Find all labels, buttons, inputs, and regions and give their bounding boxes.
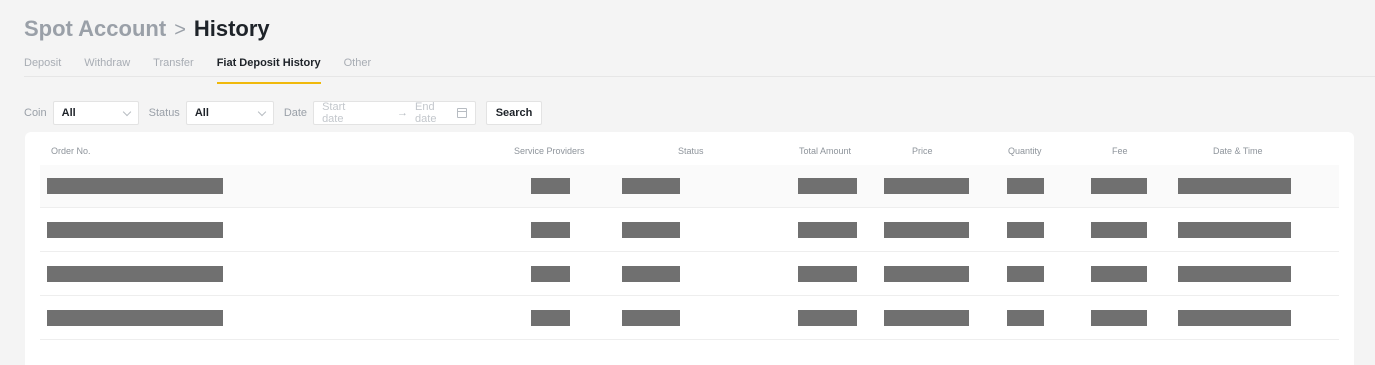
history-table: Order No. Service Providers Status Total… <box>25 132 1354 365</box>
service-provider-redacted <box>531 266 570 282</box>
chevron-down-icon <box>257 107 267 116</box>
quantity-redacted <box>1007 178 1044 194</box>
coin-select-value: All <box>61 107 76 119</box>
status-redacted <box>622 266 680 282</box>
col-service-providers: Service Providers <box>514 146 585 156</box>
tab-other[interactable]: Other <box>344 56 372 77</box>
status-filter-label: Status <box>148 107 180 119</box>
col-status: Status <box>678 146 704 156</box>
total-amount-redacted <box>798 222 857 238</box>
fee-redacted <box>1091 266 1147 282</box>
tab-fiat-deposit-history[interactable]: Fiat Deposit History <box>216 56 321 84</box>
fee-redacted <box>1091 310 1147 326</box>
total-amount-redacted <box>798 178 857 194</box>
col-order-no: Order No. <box>51 146 91 156</box>
col-date-time: Date & Time <box>1213 146 1263 156</box>
order-no-redacted <box>47 178 223 194</box>
order-no-redacted <box>47 310 223 326</box>
date-time-redacted <box>1178 178 1291 194</box>
search-button[interactable]: Search <box>486 101 543 125</box>
coin-filter-label: Coin <box>24 107 47 119</box>
quantity-redacted <box>1007 310 1044 326</box>
col-price: Price <box>912 146 933 156</box>
tab-withdraw[interactable]: Withdraw <box>84 56 130 77</box>
breadcrumb: Spot Account > History <box>24 14 270 45</box>
quantity-redacted <box>1007 266 1044 282</box>
arrow-right-icon: → <box>397 107 409 119</box>
date-time-redacted <box>1178 266 1291 282</box>
col-total-amount: Total Amount <box>799 146 852 156</box>
calendar-icon[interactable] <box>456 108 468 118</box>
breadcrumb-parent[interactable]: Spot Account <box>24 14 166 44</box>
table-row <box>40 297 1339 340</box>
date-time-redacted <box>1178 222 1291 238</box>
status-select[interactable]: All <box>185 101 274 125</box>
service-provider-redacted <box>531 178 570 194</box>
page-header: Spot Account > History <box>24 14 270 45</box>
price-redacted <box>884 266 969 282</box>
start-date-input[interactable]: Start date <box>322 101 367 125</box>
order-no-redacted <box>47 222 223 238</box>
fee-redacted <box>1091 178 1147 194</box>
history-tabs: Deposit Withdraw Transfer Fiat Deposit H… <box>24 56 394 84</box>
order-no-redacted <box>47 266 223 282</box>
tabs-divider <box>24 76 1375 77</box>
tab-deposit[interactable]: Deposit <box>24 56 61 77</box>
table-row <box>40 165 1339 208</box>
col-quantity: Quantity <box>1008 146 1042 156</box>
status-redacted <box>622 178 680 194</box>
date-range-picker[interactable]: Start date → End date <box>313 101 477 125</box>
date-filter-label: Date <box>283 107 308 119</box>
end-date-input[interactable]: End date <box>415 101 457 125</box>
status-redacted <box>622 222 680 238</box>
quantity-redacted <box>1007 222 1044 238</box>
coin-select[interactable]: All <box>52 101 139 125</box>
total-amount-redacted <box>798 266 857 282</box>
chevron-down-icon <box>122 107 131 116</box>
total-amount-redacted <box>798 310 857 326</box>
page-title: History <box>193 16 270 41</box>
status-select-value: All <box>194 107 209 119</box>
price-redacted <box>884 222 969 238</box>
tab-transfer[interactable]: Transfer <box>153 56 194 77</box>
table-header: Order No. Service Providers Status Total… <box>40 132 1339 165</box>
service-provider-redacted <box>531 222 570 238</box>
status-redacted <box>622 310 680 326</box>
date-time-redacted <box>1178 310 1291 326</box>
breadcrumb-separator: > <box>174 19 186 41</box>
filter-bar: Coin All Status All Date Start date → En… <box>24 101 543 125</box>
service-provider-redacted <box>531 310 570 326</box>
table-row <box>40 253 1339 296</box>
price-redacted <box>884 178 969 194</box>
col-fee: Fee <box>1112 146 1128 156</box>
table-row <box>40 209 1339 252</box>
fee-redacted <box>1091 222 1147 238</box>
price-redacted <box>884 310 969 326</box>
